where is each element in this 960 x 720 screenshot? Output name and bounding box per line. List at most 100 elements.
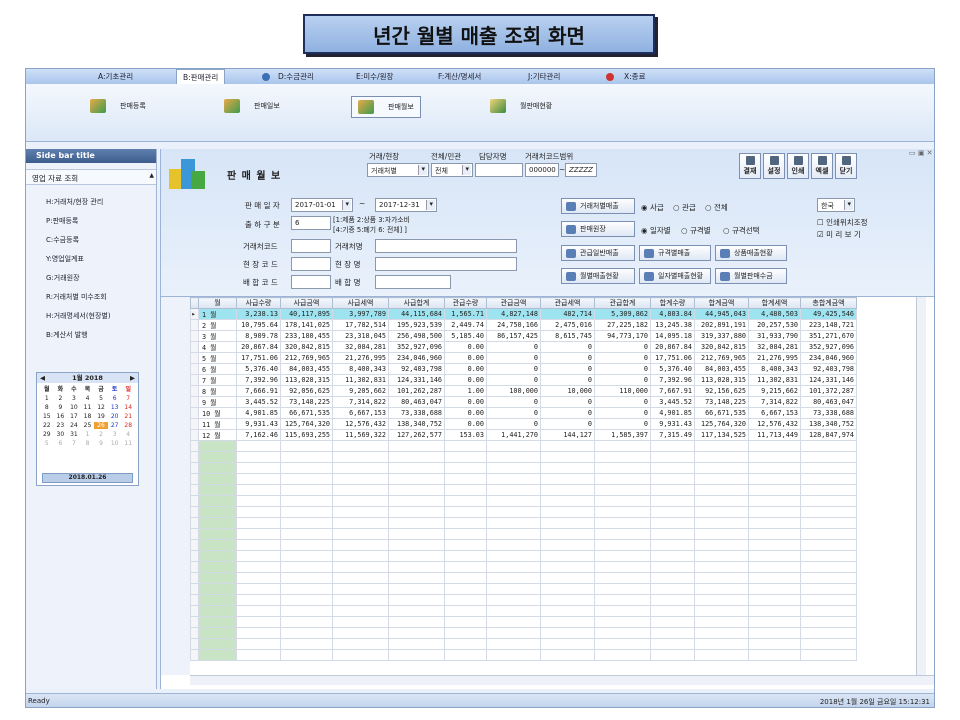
menu-exit[interactable]: X:종료 — [606, 71, 645, 82]
calendar-day[interactable]: 30 — [54, 431, 68, 438]
menu-collection[interactable]: D:수금관리 — [262, 71, 314, 82]
ribbon-monthly-report[interactable]: 판매월보 — [351, 96, 421, 118]
horizontal-scrollbar[interactable] — [190, 675, 934, 685]
calendar-day[interactable]: 28 — [121, 422, 135, 429]
date-from-picker[interactable]: 2017-01-01 — [291, 198, 353, 212]
splitter[interactable] — [161, 297, 190, 675]
table-row[interactable]: 9 월 3,445.52 73,148,225 7,314,822 80,463,047… — [190, 396, 857, 408]
calendar-day[interactable]: 3 — [67, 395, 81, 402]
calendar-day[interactable]: 16 — [54, 413, 68, 420]
sidebar-item-daily[interactable]: Y:영업일계표 — [46, 254, 84, 264]
print-button[interactable]: 인쇄 — [787, 153, 809, 179]
table-row[interactable] — [190, 616, 857, 628]
sidebar-item-collection[interactable]: C:수금등록 — [46, 235, 79, 245]
calendar-day[interactable]: 5 — [40, 440, 54, 447]
table-row[interactable] — [190, 572, 857, 584]
calendar-day[interactable]: 21 — [121, 413, 135, 420]
radio-spec[interactable]: ○ 규격별 — [681, 225, 711, 236]
table-row[interactable]: 6 월 5,376.40 84,003,455 8,400,343 92,403,798… — [190, 363, 857, 375]
calendar-day[interactable]: 14 — [121, 404, 135, 411]
monthly-sales-button[interactable]: 월별매출현황 — [561, 268, 635, 284]
calendar-day[interactable]: 23 — [54, 422, 68, 429]
table-row[interactable] — [190, 539, 857, 551]
table-row[interactable] — [190, 638, 857, 650]
approve-button[interactable]: 결재 — [739, 153, 761, 179]
menu-receivables[interactable]: E:미수/원장 — [356, 71, 393, 82]
sidebar-item-client[interactable]: H:거래처/현장 관리 — [46, 197, 103, 207]
client-name-input[interactable] — [375, 239, 517, 253]
calendar-day[interactable]: 6 — [54, 440, 68, 447]
calendar-day[interactable]: 9 — [54, 404, 68, 411]
client-code-input[interactable] — [291, 239, 331, 253]
calendar[interactable]: ◀ 1월 2018 ▶ 월 화 수 목 금 토 일 1 2 3 4 5 6 7 8 9 10 11 12 13 14 15… — [36, 372, 139, 486]
calendar-day[interactable]: 29 — [40, 431, 54, 438]
calendar-day[interactable]: 2 — [94, 431, 108, 438]
calendar-day[interactable]: 11 — [81, 404, 95, 411]
menu-basic[interactable]: A:기초관리 — [98, 71, 133, 82]
output-type-input[interactable]: 6 — [291, 216, 331, 230]
window-controls-icon[interactable]: ▭ ▣ ✕ — [909, 149, 933, 157]
settings-button[interactable]: 설정 — [763, 153, 785, 179]
radio-daily[interactable]: ◉ 일자별 — [641, 225, 671, 236]
table-row[interactable] — [190, 484, 857, 496]
preview-checkbox[interactable]: ☑ 미 리 보 기 — [817, 229, 861, 240]
ribbon-daily-report[interactable]: 판매일보 — [218, 96, 286, 116]
calendar-day[interactable]: 27 — [108, 422, 122, 429]
sidebar-item-ledger[interactable]: G:거래원장 — [46, 273, 80, 283]
calendar-day[interactable]: 7 — [67, 440, 81, 447]
data-grid[interactable]: 월 사급수량 사급금액 사급세액 사급합계 관급수량 관급금액 관급세액 관급합계 합계수량 합계금… — [190, 297, 934, 675]
sidebar-item-statement[interactable]: H:거래명세서(현장별) — [46, 311, 111, 321]
table-row[interactable]: 11 월 9,931.43 125,764,320 12,576,432 138,340… — [190, 418, 857, 430]
daily-sales-button[interactable]: 일자별매출현황 — [639, 268, 711, 284]
table-row[interactable]: 2 월 10,795.64 178,141,025 17,782,514 195,923… — [190, 319, 857, 331]
mix-code-input[interactable] — [291, 275, 331, 289]
menu-other[interactable]: J:기타관리 — [528, 71, 560, 82]
column-header[interactable]: 관급세액 — [540, 297, 595, 309]
menu-invoice[interactable]: F:계산/명세서 — [438, 71, 481, 82]
table-row[interactable] — [190, 605, 857, 617]
radio-public[interactable]: ○ 관급 — [673, 202, 696, 213]
calendar-day[interactable]: 11 — [121, 440, 135, 447]
monthly-collection-button[interactable]: 월별판매수금 — [715, 268, 787, 284]
calendar-day[interactable]: 22 — [40, 422, 54, 429]
calendar-day[interactable]: 2 — [54, 395, 68, 402]
table-row[interactable] — [190, 528, 857, 540]
ribbon-monthly-status[interactable]: 월판매현황 — [484, 96, 558, 116]
column-header[interactable]: 관급금액 — [486, 297, 541, 309]
next-month-icon[interactable]: ▶ — [130, 373, 135, 383]
code-from-input[interactable]: 000000 — [525, 163, 559, 177]
manager-input[interactable] — [475, 163, 523, 177]
column-header[interactable]: 합계금액 — [694, 297, 749, 309]
calendar-day[interactable]: 17 — [67, 413, 81, 420]
scroll-up-icon[interactable]: ▲ — [149, 172, 154, 179]
calendar-day[interactable]: 8 — [40, 404, 54, 411]
column-header[interactable]: 사급금액 — [280, 297, 333, 309]
close-button[interactable]: 닫기 — [835, 153, 857, 179]
table-row[interactable] — [190, 440, 857, 452]
product-sales-button[interactable]: 상품매출현황 — [715, 245, 787, 261]
calendar-day[interactable]: 5 — [94, 395, 108, 402]
calendar-day[interactable]: 19 — [94, 413, 108, 420]
print-position-checkbox[interactable]: ☐ 인쇄위치조정 — [817, 217, 868, 228]
language-select[interactable]: 한국 — [817, 198, 855, 212]
calendar-day[interactable]: 31 — [67, 431, 81, 438]
table-row[interactable]: 8 월 7,666.91 92,056,625 9,205,662 101,262,28… — [190, 385, 857, 397]
table-row[interactable] — [190, 649, 857, 661]
table-row[interactable] — [190, 462, 857, 474]
calendar-day[interactable]: 7 — [121, 395, 135, 402]
table-row[interactable]: 12 월 7,162.46 115,693,255 11,569,322 127,262… — [190, 429, 857, 441]
calendar-day[interactable]: 1 — [40, 395, 54, 402]
calendar-day[interactable]: 10 — [108, 440, 122, 447]
calendar-day[interactable]: 24 — [67, 422, 81, 429]
calendar-day[interactable]: 13 — [108, 404, 122, 411]
column-header[interactable]: 합계수량 — [650, 297, 695, 309]
public-sales-button[interactable]: 관급일반매출 — [561, 245, 635, 261]
column-header[interactable]: 관급합계 — [594, 297, 651, 309]
spec-sales-button[interactable]: 규격별매출 — [639, 245, 711, 261]
column-header[interactable]: 합계세액 — [748, 297, 801, 309]
radio-all[interactable]: ○ 전체 — [705, 202, 728, 213]
column-header[interactable]: 관급수량 — [444, 297, 487, 309]
table-row[interactable]: 7 월 7,392.96 113,028,315 11,302,831 124,331,… — [190, 374, 857, 386]
table-row[interactable]: 4 월 20,867.84 320,842,815 32,084,281 352,927… — [190, 341, 857, 353]
table-row[interactable] — [190, 561, 857, 573]
